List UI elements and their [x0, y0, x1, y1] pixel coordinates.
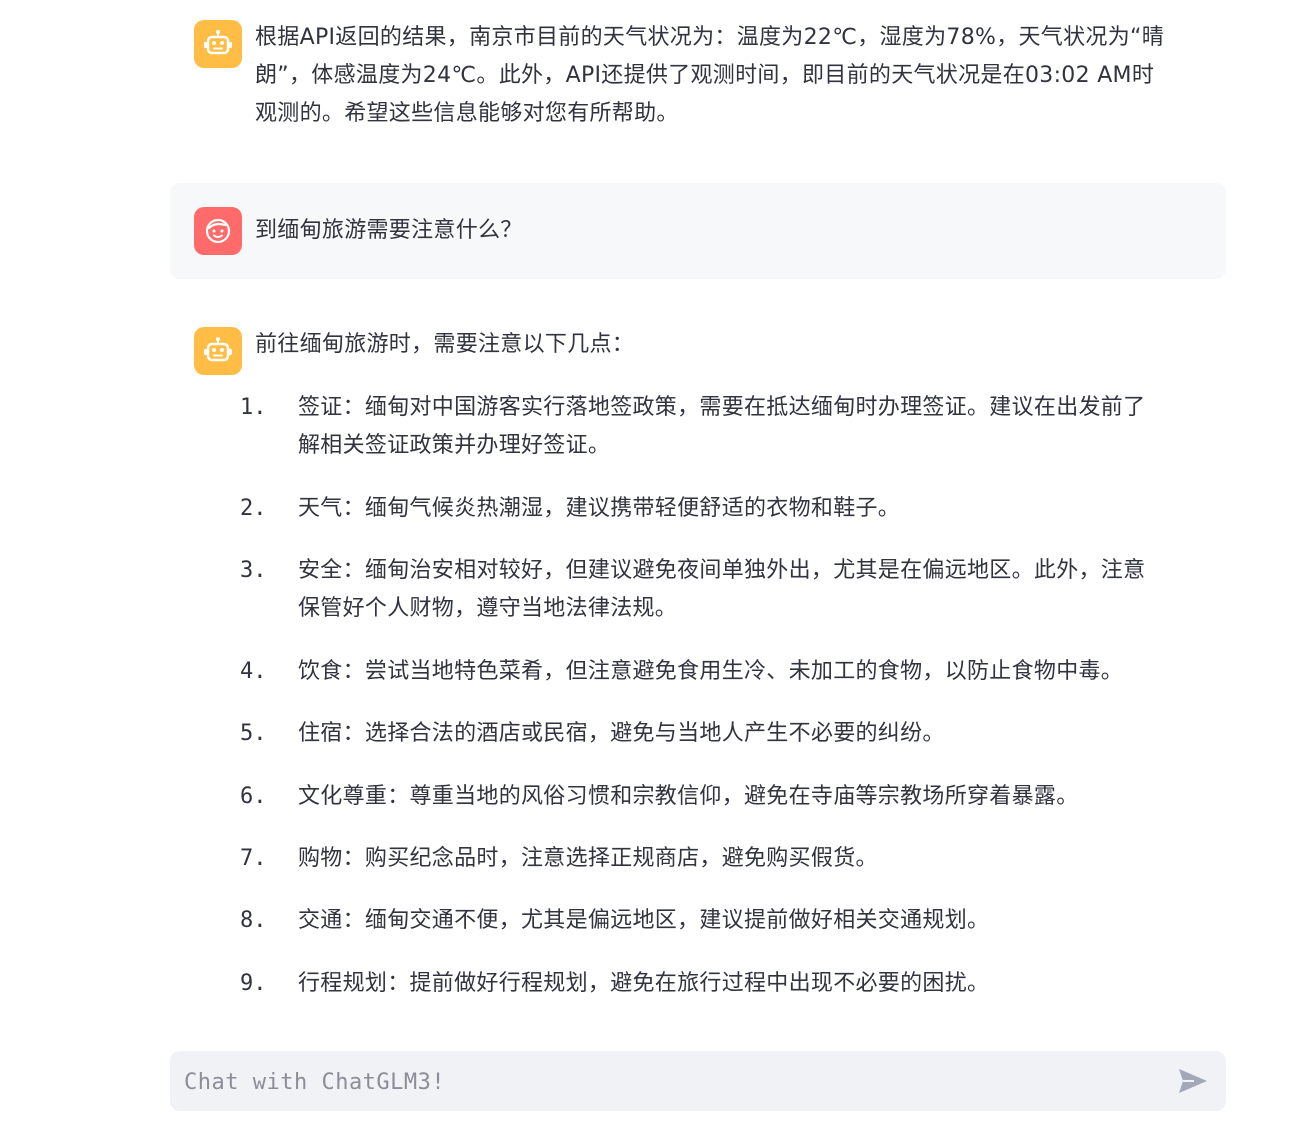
list-item-line: 购物：购买纪念品时，注意选择正规商店，避免购买假货。: [298, 846, 878, 871]
robot-icon: [204, 30, 232, 55]
message-line: 观测的。希望这些信息能够对您有所帮助。: [255, 101, 679, 126]
chat-page: 根据API返回的结果，南京市目前的天气状况为：温度为22℃，湿度为78%，天气状…: [0, 0, 1293, 1126]
assistant-avatar: [194, 20, 242, 68]
list-item-line: 行程规划：提前做好行程规划，避免在旅行过程中出现不必要的困扰。: [298, 971, 990, 996]
list-item-line: 交通：缅甸交通不便，尤其是偏远地区，建议提前做好相关交通规划。: [298, 908, 990, 933]
list-item-number: 4.: [240, 659, 267, 684]
list-item-number: 1.: [240, 395, 267, 420]
list-item-number: 3.: [240, 558, 267, 583]
chat-input[interactable]: [182, 1051, 1166, 1113]
list-item-number: 9.: [240, 971, 267, 996]
message-line: 朗”，体感温度为24℃。此外，API还提供了观测时间，即目前的天气状况是在03:…: [255, 63, 1155, 88]
send-arrow-icon: [1179, 1069, 1207, 1093]
list-item-number: 8.: [240, 908, 267, 933]
list-item-number: 6.: [240, 784, 267, 809]
user-message-text: 到缅甸旅游需要注意什么？: [255, 218, 523, 243]
list-item-line: 天气：缅甸气候炎热潮湿，建议携带轻便舒适的衣物和鞋子。: [298, 496, 901, 521]
send-button[interactable]: [1176, 1065, 1210, 1097]
list-item-line: 保管好个人财物，遵守当地法律法规。: [298, 596, 678, 621]
list-item-number: 7.: [240, 846, 267, 871]
list-item-number: 5.: [240, 721, 267, 746]
list-item-line: 饮食：尝试当地特色菜肴，但注意避免食用生冷、未加工的食物，以防止食物中毒。: [298, 659, 1124, 684]
robot-icon: [204, 337, 232, 362]
user-avatar: [194, 207, 242, 255]
message-line: 根据API返回的结果，南京市目前的天气状况为：温度为22℃，湿度为78%，天气状…: [255, 25, 1165, 50]
list-item-line: 文化尊重：尊重当地的风俗习惯和宗教信仰，避免在寺庙等宗教场所穿着暴露。: [298, 784, 1079, 809]
list-item-number: 2.: [240, 496, 267, 521]
list-item-line: 安全：缅甸治安相对较好，但建议避免夜间单独外出，尤其是在偏远地区。此外，注意: [298, 558, 1146, 583]
chat-input-bar: [170, 1051, 1226, 1113]
list-item-line: 住宿：选择合法的酒店或民宿，避免与当地人产生不必要的纠纷。: [298, 721, 945, 746]
smiley-face-icon: [205, 218, 231, 244]
assistant-message-intro: 前往缅甸旅游时，需要注意以下几点：: [255, 332, 635, 357]
assistant-avatar: [194, 327, 242, 375]
list-item-line: 签证：缅甸对中国游客实行落地签政策，需要在抵达缅甸时办理签证。建议在出发前了: [298, 395, 1146, 420]
assistant-message-weather: 根据API返回的结果，南京市目前的天气状况为：温度为22℃，湿度为78%，天气状…: [255, 19, 1235, 133]
list-item-line: 解相关签证政策并办理好签证。: [298, 433, 611, 458]
